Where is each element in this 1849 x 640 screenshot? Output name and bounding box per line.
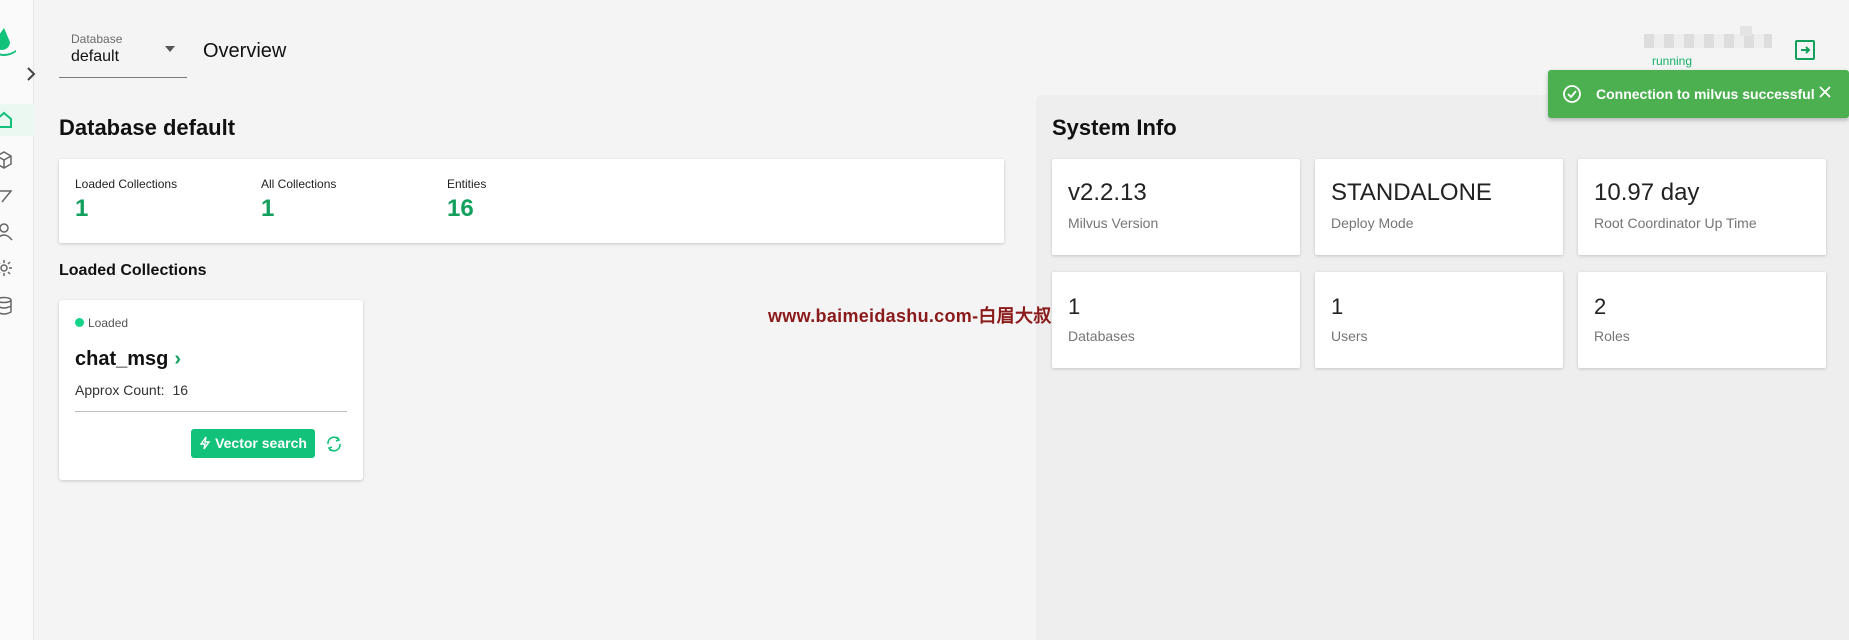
server-status: running [1652,54,1693,68]
sysinfo-value: 1 [1331,294,1344,319]
side-nav [0,0,36,640]
sysinfo-card-users: 1 Users [1315,272,1563,368]
system-info-title: System Info [1052,115,1177,140]
database-select-label: Database [71,32,123,46]
collection-status: Loaded [75,316,128,330]
sysinfo-value: 10.97 day [1594,179,1700,206]
nav-item-collections[interactable] [0,150,12,170]
sysinfo-value: v2.2.13 [1068,179,1147,206]
expand-nav-button[interactable] [24,64,38,84]
sysinfo-card-databases: 1 Databases [1052,272,1300,368]
sysinfo-card-uptime: 10.97 day Root Coordinator Up Time [1578,159,1826,255]
stat-label: All Collections [261,177,337,191]
sysinfo-label: Root Coordinator Up Time [1594,215,1757,231]
status-dot [75,318,84,328]
caret-down-icon [165,46,175,52]
nav-item-search[interactable] [0,186,13,206]
sysinfo-label: Databases [1068,328,1135,344]
check-circle-icon [1563,85,1581,103]
stat-loaded-collections: Loaded Collections 1 [75,177,177,223]
logout-icon [1795,40,1815,60]
milvus-logo-icon[interactable] [0,28,16,56]
collection-name-link[interactable]: chat_msg › [75,348,181,371]
collection-card: Loaded chat_msg › Approx Count: 16 Vector … [59,300,363,480]
database-stats-card: Loaded Collections 1 All Collections 1 E… [59,159,1004,243]
collection-count: Approx Count: 16 [75,382,347,412]
database-title: Database default [59,115,236,140]
system-icon [0,260,12,276]
collection-status-label: Loaded [88,316,129,330]
collection-count-label: Approx Count: [75,382,165,398]
sysinfo-label: Users [1331,328,1368,344]
nav-item-database[interactable] [0,296,12,316]
vector-search-button[interactable]: Vector search [191,429,315,458]
chevron-right-icon [27,67,36,81]
sysinfo-value: STANDALONE [1331,179,1492,206]
sysinfo-value: 1 [1068,294,1081,319]
sysinfo-label: Roles [1594,328,1630,344]
chevron-right-icon: › [174,348,182,370]
stat-entities: Entities 16 [447,177,486,223]
sysinfo-label: Deploy Mode [1331,215,1414,231]
stat-value: 1 [261,195,275,222]
nav-item-overview[interactable] [0,110,12,130]
sysinfo-card-version: v2.2.13 Milvus Version [1052,159,1300,255]
nav-item-users[interactable] [0,222,13,242]
release-collection-button[interactable] [325,435,343,453]
toast-message: Connection to milvus successful [1596,86,1815,102]
database-select[interactable]: Database default [59,22,187,78]
close-icon [1819,86,1831,98]
user-icon [0,223,13,241]
vector-search-label: Vector search [215,435,307,451]
stat-label: Loaded Collections [75,177,178,191]
logout-button[interactable] [1793,38,1817,62]
user-address-blurred-fragment [1740,26,1752,36]
database-select-value: default [71,48,120,65]
sysinfo-card-deploy-mode: STANDALONE Deploy Mode [1315,159,1563,255]
system-info-panel: System Info v2.2.13 Milvus Version STAND… [1036,95,1849,640]
database-icon [0,296,12,315]
sysinfo-card-roles: 2 Roles [1578,272,1826,368]
stat-value: 1 [75,195,89,222]
close-toast-button[interactable] [1818,83,1832,103]
stat-label: Entities [447,177,487,191]
bolt-icon [199,436,211,450]
page-title: Overview [203,40,287,62]
watermark: www.baimeidashu.com-白眉大叔 [768,306,1052,326]
stat-all-collections: All Collections 1 [261,177,336,223]
nav-item-system[interactable] [0,258,12,278]
sysinfo-value: 2 [1594,294,1607,319]
collection-name: chat_msg [75,348,169,370]
sysinfo-label: Milvus Version [1068,215,1159,231]
success-toast: Connection to milvus successful [1548,70,1849,118]
user-address-blurred [1644,34,1772,48]
home-icon [0,111,12,128]
cube-icon [0,151,12,169]
stat-value: 16 [447,195,474,222]
release-icon [327,436,341,452]
collection-count-value: 16 [172,382,189,398]
loaded-collections-title: Loaded Collections [59,262,207,279]
search-nav-icon [0,190,13,203]
